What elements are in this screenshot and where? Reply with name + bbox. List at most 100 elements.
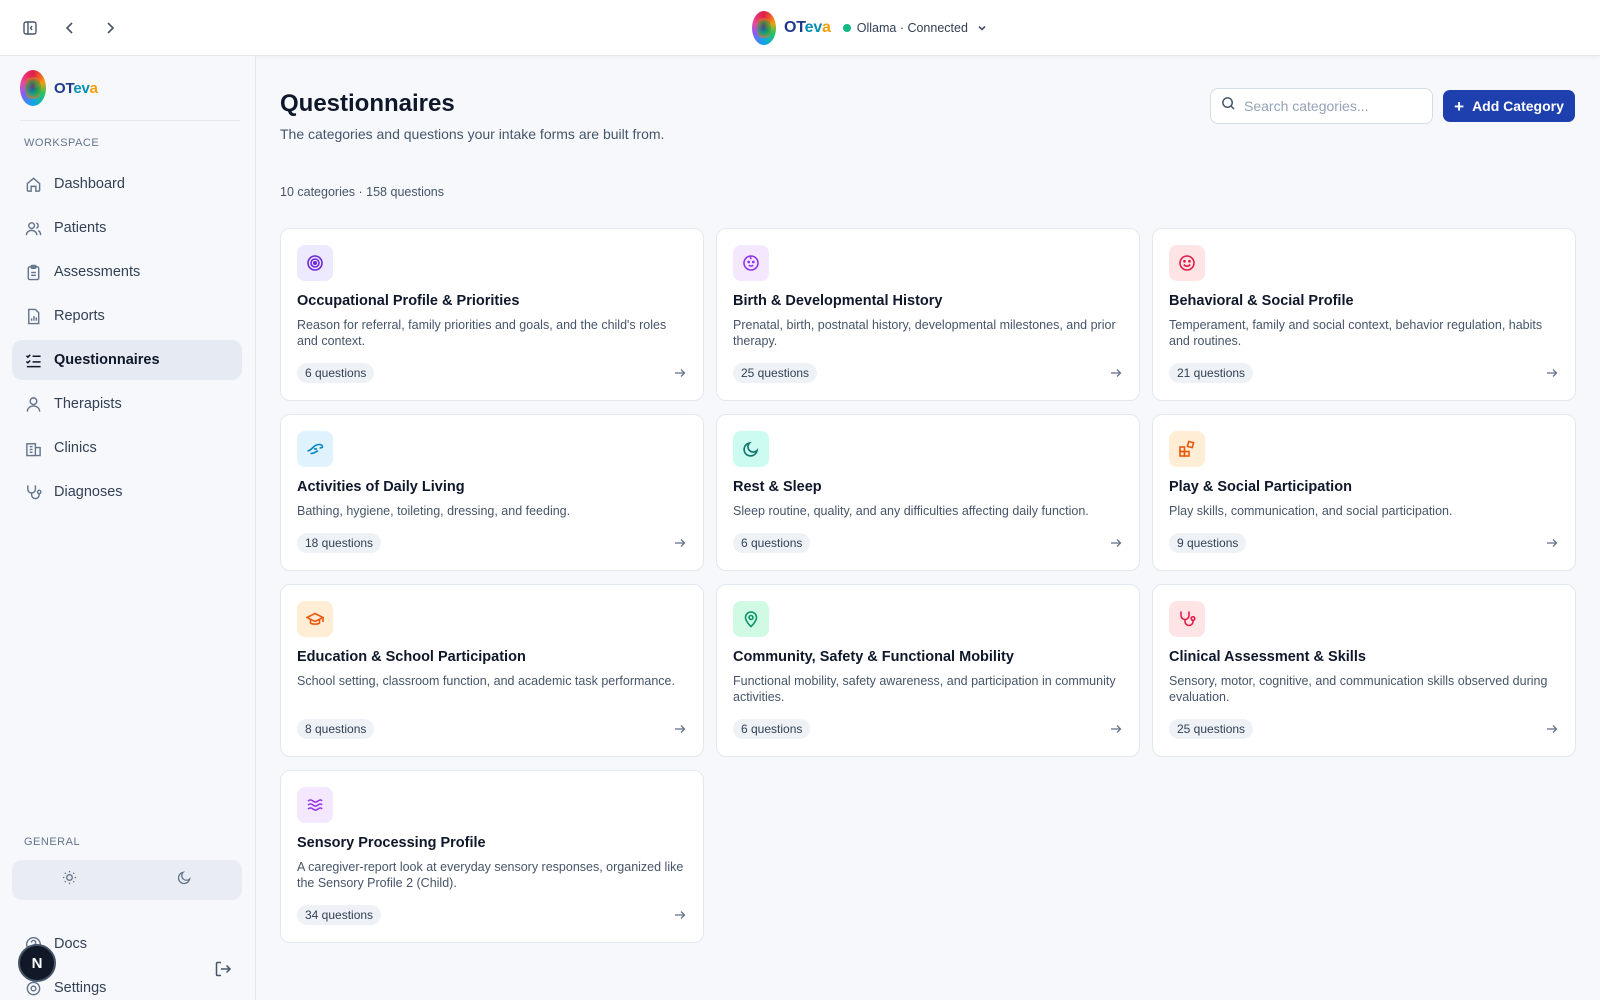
category-card-daily-living[interactable]: Activities of Daily Living Bathing, hygi…: [280, 414, 704, 571]
card-description: Functional mobility, safety awareness, a…: [733, 674, 1116, 704]
search-icon: [1221, 96, 1236, 116]
category-card-play-social[interactable]: Play & Social Participation Play skills,…: [1152, 414, 1576, 571]
card-title: Clinical Assessment & Skills: [1169, 649, 1366, 665]
plus-icon: +: [1454, 96, 1465, 116]
arrow-right-icon: [1109, 722, 1123, 736]
fingerprint-logo-icon: [20, 70, 46, 106]
card-title: Occupational Profile & Priorities: [297, 293, 520, 309]
card-title: Behavioral & Social Profile: [1169, 293, 1354, 309]
card-title: Community, Safety & Functional Mobility: [733, 649, 1014, 665]
question-count-badge: 25 questions: [733, 363, 818, 383]
sidebar-item-diagnoses[interactable]: Diagnoses: [12, 472, 242, 512]
question-count-badge: 34 questions: [297, 905, 382, 925]
sidebar-brand[interactable]: OTeva: [20, 70, 98, 106]
light-mode-button[interactable]: [12, 860, 127, 900]
arrow-right-icon: [673, 722, 687, 736]
card-description: Play skills, communication, and social p…: [1169, 504, 1453, 518]
dark-mode-button[interactable]: [127, 860, 242, 900]
category-card-rest-sleep[interactable]: Rest & Sleep Sleep routine, quality, and…: [716, 414, 1140, 571]
sidebar-item-label: Settings: [54, 980, 107, 996]
clipboard-icon: [24, 263, 42, 281]
users-icon: [24, 219, 42, 237]
category-card-occupational-profile[interactable]: Occupational Profile & Priorities Reason…: [280, 228, 704, 401]
category-card-community-safety[interactable]: Community, Safety & Functional Mobility …: [716, 584, 1140, 757]
list-checks-icon: [24, 351, 42, 369]
card-description: School setting, classroom function, and …: [297, 674, 675, 688]
hand-icon: [297, 431, 333, 467]
sidebar-item-label: Questionnaires: [54, 352, 160, 368]
sidebar-item-questionnaires[interactable]: Questionnaires: [12, 340, 242, 380]
brand-name: OTeva: [784, 19, 831, 36]
logout-icon[interactable]: [212, 958, 234, 980]
workspace-section-label: WORKSPACE: [24, 137, 100, 149]
sidebar-item-label: Dashboard: [54, 176, 125, 192]
card-description: Temperament, family and social context, …: [1169, 318, 1543, 348]
blocks-icon: [1169, 431, 1205, 467]
sidebar-item-dashboard[interactable]: Dashboard: [12, 164, 242, 204]
card-title: Education & School Participation: [297, 649, 526, 665]
card-title: Rest & Sleep: [733, 479, 822, 495]
category-card-behavioral-social[interactable]: Behavioral & Social Profile Temperament,…: [1152, 228, 1576, 401]
sidebar-item-clinics[interactable]: Clinics: [12, 428, 242, 468]
sidebar-item-reports[interactable]: Reports: [12, 296, 242, 336]
top-bar: OTeva Ollama · Connected: [0, 0, 1600, 56]
question-count-badge: 9 questions: [1169, 533, 1247, 553]
theme-toggle: [12, 860, 242, 900]
card-description: Bathing, hygiene, toileting, dressing, a…: [297, 504, 571, 518]
user-icon: [24, 395, 42, 413]
graduation-cap-icon: [297, 601, 333, 637]
brand-name: OTeva: [54, 79, 98, 97]
sidebar-item-patients[interactable]: Patients: [12, 208, 242, 248]
top-brand: OTeva Ollama · Connected: [752, 11, 988, 45]
home-icon: [24, 175, 42, 193]
card-description: Sleep routine, quality, and any difficul…: [733, 504, 1089, 518]
arrow-right-icon: [673, 536, 687, 550]
building-icon: [24, 439, 42, 457]
card-title: Activities of Daily Living: [297, 479, 465, 495]
waves-icon: [297, 787, 333, 823]
sidebar-toggle-icon[interactable]: [18, 16, 42, 40]
map-pin-icon: [733, 601, 769, 637]
sidebar-item-label: Assessments: [54, 264, 141, 280]
fingerprint-logo-icon: [752, 11, 776, 45]
sun-icon: [62, 870, 77, 890]
page-subtitle: The categories and questions your intake…: [280, 126, 665, 142]
sidebar-item-label: Reports: [54, 308, 105, 324]
category-card-birth-developmental[interactable]: Birth & Developmental History Prenatal, …: [716, 228, 1140, 401]
sidebar-item-therapists[interactable]: Therapists: [12, 384, 242, 424]
moon-icon: [733, 431, 769, 467]
question-count-badge: 8 questions: [297, 719, 375, 739]
main-content: Questionnaires The categories and questi…: [257, 56, 1600, 1000]
card-title: Sensory Processing Profile: [297, 835, 486, 851]
add-category-button[interactable]: + Add Category: [1443, 90, 1575, 122]
arrow-right-icon: [673, 366, 687, 380]
stethoscope-icon: [24, 483, 42, 501]
sidebar-item-label: Diagnoses: [54, 484, 123, 500]
stethoscope-icon: [1169, 601, 1205, 637]
sidebar-item-assessments[interactable]: Assessments: [12, 252, 242, 292]
card-title: Birth & Developmental History: [733, 293, 943, 309]
category-card-education-school[interactable]: Education & School Participation School …: [280, 584, 704, 757]
sidebar: OTeva WORKSPACE Dashboard Patients Asses…: [0, 56, 256, 1000]
smile-icon: [1169, 245, 1205, 281]
baby-icon: [733, 245, 769, 281]
file-chart-icon: [24, 307, 42, 325]
arrow-right-icon: [673, 908, 687, 922]
connection-status-dropdown[interactable]: Ollama · Connected: [842, 21, 988, 35]
user-avatar[interactable]: N: [18, 944, 56, 982]
card-description: A caregiver-report look at everyday sens…: [297, 860, 684, 890]
search-input[interactable]: [1244, 98, 1414, 114]
category-card-sensory-processing[interactable]: Sensory Processing Profile A caregiver-r…: [280, 770, 704, 943]
page-title: Questionnaires: [280, 90, 455, 117]
chevron-down-icon: [976, 22, 988, 34]
card-description: Reason for referral, family priorities a…: [297, 318, 667, 348]
card-description: Prenatal, birth, postnatal history, deve…: [733, 318, 1116, 348]
card-title: Play & Social Participation: [1169, 479, 1352, 495]
forward-arrow-icon[interactable]: [98, 16, 122, 40]
question-count-badge: 6 questions: [733, 533, 811, 553]
arrow-right-icon: [1545, 536, 1559, 550]
search-box: [1210, 88, 1433, 124]
category-card-clinical-assessment[interactable]: Clinical Assessment & Skills Sensory, mo…: [1152, 584, 1576, 757]
question-count-badge: 25 questions: [1169, 719, 1254, 739]
back-arrow-icon[interactable]: [58, 16, 82, 40]
